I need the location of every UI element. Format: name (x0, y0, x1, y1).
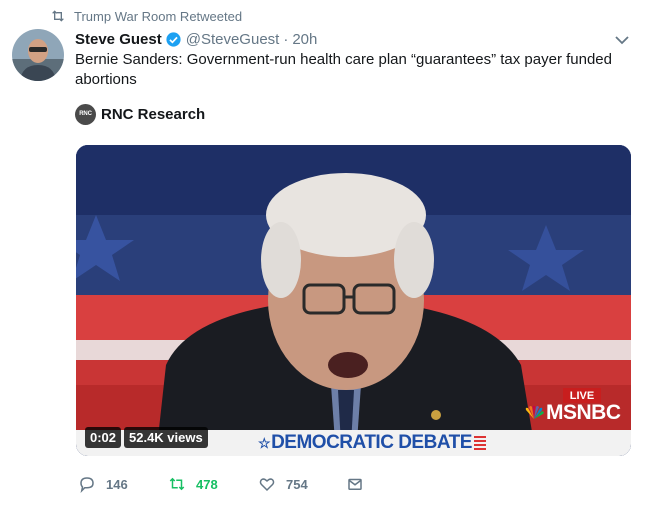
network-logo: MSNBC (523, 400, 621, 426)
chevron-down-icon[interactable] (614, 33, 630, 47)
like-button[interactable]: 754 (258, 475, 346, 493)
avatar[interactable] (12, 29, 64, 81)
video-player[interactable]: LIVE MSNBC ☆ DEMOCRATIC DEBATE 0:02 52.4… (76, 145, 631, 456)
author-name[interactable]: Steve Guest (75, 31, 162, 48)
tweet-actions: 146 478 754 (78, 474, 374, 494)
reply-button[interactable]: 146 (78, 475, 168, 493)
author-handle[interactable]: @SteveGuest (186, 31, 280, 48)
retweet-count: 478 (196, 476, 218, 492)
reply-count: 146 (106, 476, 128, 492)
tweet-header: Steve Guest @SteveGuest · 20h (75, 29, 317, 49)
lower-third-title: ☆ DEMOCRATIC DEBATE (258, 431, 486, 455)
tweet-timestamp[interactable]: 20h (292, 31, 317, 48)
envelope-icon (348, 478, 362, 490)
rnc-logo: RNC (75, 103, 96, 125)
quoted-source[interactable]: RNC RNC Research (75, 103, 206, 125)
retweet-button[interactable]: 478 (168, 475, 258, 493)
retweet-context-text: Trump War Room Retweeted (74, 8, 243, 24)
lower-third-text: DEMOCRATIC DEBATE (271, 432, 472, 453)
verified-badge-icon (166, 31, 181, 47)
video-elapsed-time: 0:02 (85, 427, 122, 448)
like-count: 754 (286, 476, 308, 492)
heart-icon (259, 478, 275, 492)
reply-icon (80, 477, 94, 493)
tweet-text: Bernie Sanders: Government-run health ca… (75, 51, 612, 88)
network-name: MSNBC (546, 401, 621, 424)
retweet-context[interactable]: Trump War Room Retweeted (50, 8, 242, 24)
separator-dot: · (283, 30, 289, 48)
quoted-source-name: RNC Research (101, 105, 206, 123)
retweet-icon (169, 477, 185, 491)
star-icon: ☆ (258, 434, 271, 451)
peacock-icon (525, 406, 544, 419)
stripes-decoration (473, 436, 486, 450)
video-view-count: 52.4K views (124, 427, 208, 448)
direct-message-button[interactable] (346, 475, 374, 493)
retweet-icon (52, 10, 64, 22)
